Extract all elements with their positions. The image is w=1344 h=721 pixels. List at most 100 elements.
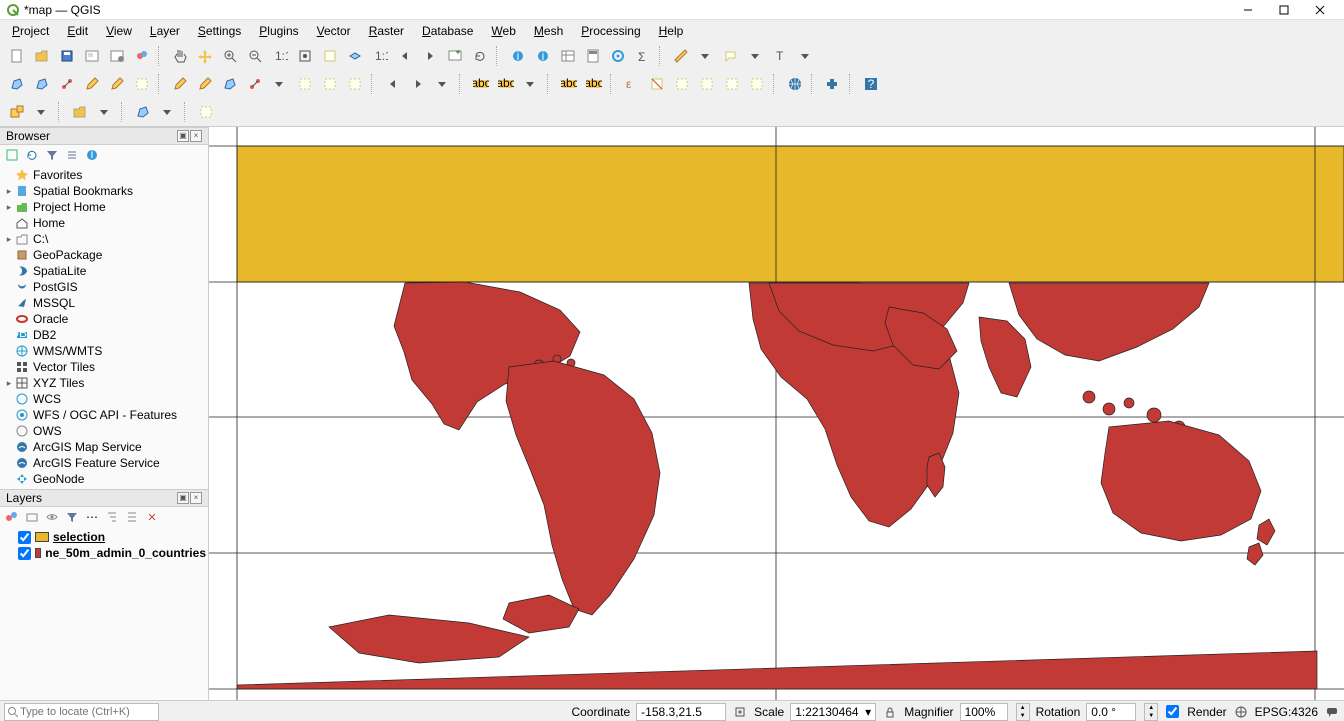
menu-processing[interactable]: Processing <box>573 22 648 40</box>
sel-rect-button[interactable] <box>344 73 366 95</box>
zoom-last-button[interactable] <box>394 45 416 67</box>
zoom-last-button[interactable] <box>382 73 404 95</box>
sel-rect-button[interactable] <box>721 73 743 95</box>
visibility-icon[interactable] <box>44 509 60 525</box>
menu-database[interactable]: Database <box>414 22 481 40</box>
edit-button[interactable] <box>169 73 191 95</box>
zoom-sel-button[interactable] <box>319 45 341 67</box>
zoom-in-button[interactable] <box>219 45 241 67</box>
poly-button[interactable] <box>219 73 241 95</box>
layer-ne_50m_admin_0_countries[interactable]: ne_50m_admin_0_countries <box>2 545 206 561</box>
zoom-next-button[interactable] <box>419 45 441 67</box>
browser-item-db2[interactable]: DB2DB2 <box>2 327 206 343</box>
browser-item-spatialite[interactable]: SpatiaLite <box>2 263 206 279</box>
browser-item-project-home[interactable]: ▸Project Home <box>2 199 206 215</box>
browser-item-arcgis-map-service[interactable]: ArcGIS Map Service <box>2 439 206 455</box>
browser-item-favorites[interactable]: Favorites <box>2 167 206 183</box>
locate-input[interactable] <box>18 705 156 719</box>
coordinate-value[interactable]: -158.3,21.5 <box>636 703 726 721</box>
vertex-button[interactable] <box>56 73 78 95</box>
scale-value[interactable]: 1:22130464▾ <box>790 703 876 721</box>
layer-selection[interactable]: selection <box>2 529 206 545</box>
menu-layer[interactable]: Layer <box>142 22 188 40</box>
calc-button[interactable] <box>582 45 604 67</box>
browser-item-wcs[interactable]: WCS <box>2 391 206 407</box>
drop-button[interactable] <box>795 45 817 67</box>
help-button[interactable]: ? <box>860 73 882 95</box>
vertex-button[interactable] <box>244 73 266 95</box>
browser-dock-button[interactable]: ▣ <box>177 130 189 142</box>
open-button[interactable] <box>69 101 91 123</box>
lock-icon[interactable] <box>882 704 898 720</box>
drop-button[interactable] <box>695 45 717 67</box>
zoom-next-button[interactable] <box>407 73 429 95</box>
poly-button[interactable] <box>132 101 154 123</box>
zoom-out-button[interactable] <box>244 45 266 67</box>
identify-button[interactable]: i <box>507 45 529 67</box>
menu-edit[interactable]: Edit <box>59 22 96 40</box>
menu-mesh[interactable]: Mesh <box>526 22 571 40</box>
maximize-button[interactable] <box>1266 0 1302 19</box>
magnifier-spinner[interactable]: ▲▼ <box>1016 703 1030 721</box>
style-mgr-button[interactable] <box>131 45 153 67</box>
annot-button[interactable]: T <box>770 45 792 67</box>
browser-item-vector-tiles[interactable]: Vector Tiles <box>2 359 206 375</box>
pan-sel-button[interactable] <box>194 45 216 67</box>
zoom-layer-button[interactable] <box>344 45 366 67</box>
browser-item-wms-wmts[interactable]: WMS/WMTS <box>2 343 206 359</box>
open-button[interactable] <box>31 45 53 67</box>
sel-rect-button[interactable] <box>319 73 341 95</box>
menu-help[interactable]: Help <box>651 22 692 40</box>
drop-button[interactable] <box>432 73 454 95</box>
properties-icon[interactable]: i <box>84 147 100 163</box>
browser-item-c-[interactable]: ▸C:\ <box>2 231 206 247</box>
abc-button[interactable]: abc <box>558 73 580 95</box>
zoom-full-button[interactable] <box>294 45 316 67</box>
sel-rect-button[interactable] <box>696 73 718 95</box>
coordinate-toggle-icon[interactable] <box>732 704 748 720</box>
table-button[interactable] <box>557 45 579 67</box>
new-view-button[interactable] <box>444 45 466 67</box>
collapse-all-icon[interactable] <box>124 509 140 525</box>
sel-rect-button[interactable] <box>195 101 217 123</box>
browser-item-ows[interactable]: OWS <box>2 423 206 439</box>
browser-item-wfs-ogc-api-features[interactable]: WFS / OGC API - Features <box>2 407 206 423</box>
drop-button[interactable] <box>269 73 291 95</box>
poly-button[interactable] <box>31 73 53 95</box>
filter-icon[interactable] <box>44 147 60 163</box>
browser-item-postgis[interactable]: PostGIS <box>2 279 206 295</box>
sel-expr-button[interactable]: ε <box>621 73 643 95</box>
crs-icon[interactable] <box>1233 704 1249 720</box>
identify-button[interactable]: i <box>532 45 554 67</box>
edit-button[interactable] <box>106 73 128 95</box>
expand-icon[interactable]: ⋯ <box>84 509 100 525</box>
layer-checkbox[interactable] <box>18 547 31 560</box>
browser-close-button[interactable]: × <box>190 130 202 142</box>
layout-mgr-button[interactable] <box>106 45 128 67</box>
browser-item-xyz-tiles[interactable]: ▸XYZ Tiles <box>2 375 206 391</box>
refresh-icon[interactable] <box>24 147 40 163</box>
add-layer-icon[interactable] <box>4 147 20 163</box>
messages-icon[interactable] <box>1324 704 1340 720</box>
abc-button[interactable]: abc <box>583 73 605 95</box>
magnifier-value[interactable]: 100% <box>960 703 1008 721</box>
new-button[interactable] <box>6 45 28 67</box>
style-icon[interactable] <box>4 509 20 525</box>
menu-web[interactable]: Web <box>483 22 523 40</box>
remove-layer-icon[interactable] <box>144 509 160 525</box>
close-button[interactable] <box>1302 0 1338 19</box>
edit-button[interactable] <box>81 73 103 95</box>
rotation-spinner[interactable]: ▲▼ <box>1144 703 1158 721</box>
abc-button[interactable]: abc <box>495 73 517 95</box>
collapse-icon[interactable] <box>64 147 80 163</box>
drop-button[interactable] <box>157 101 179 123</box>
rotation-value[interactable]: 0.0 ° <box>1086 703 1136 721</box>
tips-button[interactable] <box>720 45 742 67</box>
add-group-icon[interactable] <box>24 509 40 525</box>
menu-vector[interactable]: Vector <box>309 22 359 40</box>
toolbox-button[interactable] <box>607 45 629 67</box>
menu-raster[interactable]: Raster <box>361 22 412 40</box>
map-canvas[interactable] <box>209 127 1344 700</box>
menu-settings[interactable]: Settings <box>190 22 249 40</box>
save-button[interactable] <box>56 45 78 67</box>
